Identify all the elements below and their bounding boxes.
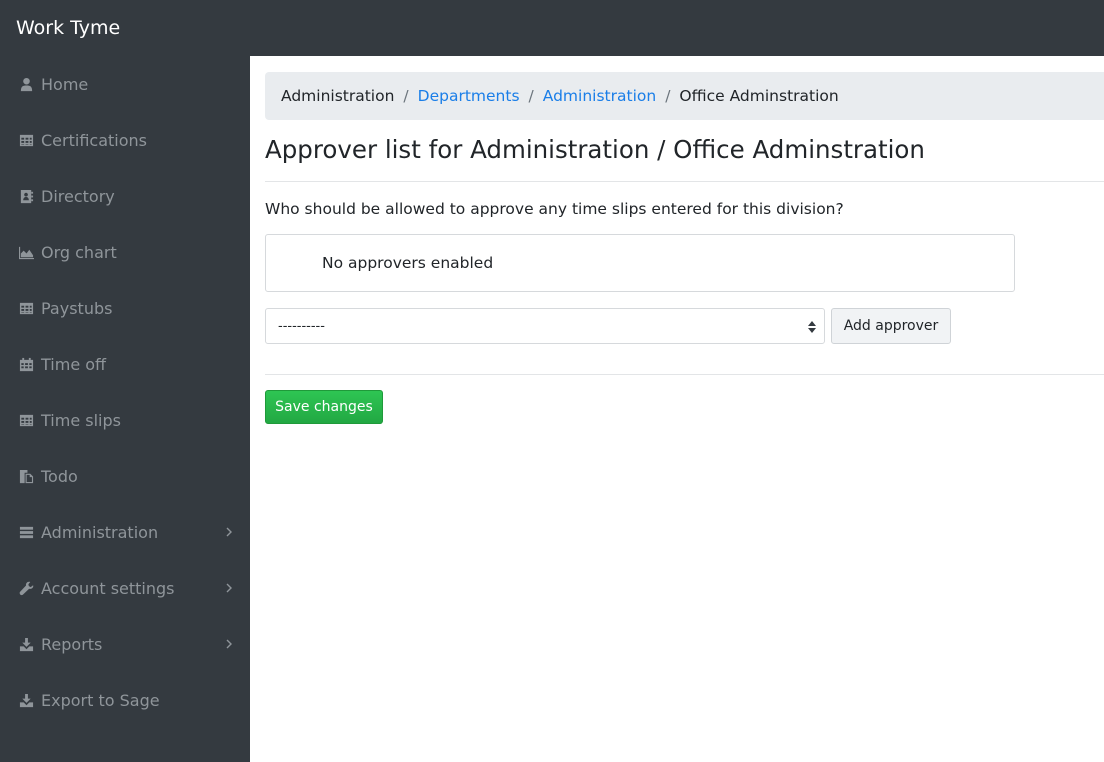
select-arrows-icon [808,321,816,333]
chevron-right-icon [224,524,234,538]
breadcrumb-separator: / [665,87,671,105]
download-icon [18,636,34,652]
sidebar-item-home[interactable]: Home [0,56,250,112]
divider [265,181,1104,182]
table-icon [18,132,34,148]
table-icon [18,412,34,428]
save-changes-button[interactable]: Save changes [265,390,383,424]
sidebar-item-label: Certifications [41,130,147,150]
sidebar-item-reports[interactable]: Reports [0,616,250,672]
sidebar-item-label: Reports [41,634,103,654]
sidebar-item-label: Account settings [41,578,175,598]
address-book-icon [18,188,34,204]
sidebar-item-directory[interactable]: Directory [0,168,250,224]
download-icon [18,692,34,708]
app-brand[interactable]: Work Tyme [16,16,120,40]
sidebar-item-label: Paystubs [41,298,113,318]
page-title: Approver list for Administration / Offic… [265,135,925,164]
approvers-list: No approvers enabled [265,234,1015,292]
copy-icon [18,468,34,484]
sidebar-item-administration[interactable]: Administration [0,504,250,560]
sidebar-item-label: Org chart [41,242,117,262]
breadcrumb-item-current: Office Adminstration [679,87,839,105]
breadcrumb-separator: / [528,87,534,105]
breadcrumb: Administration / Departments / Administr… [265,72,1104,120]
chevron-right-icon [224,636,234,650]
server-icon [18,524,34,540]
sidebar-item-label: Todo [41,466,78,486]
sidebar-item-org-chart[interactable]: Org chart [0,224,250,280]
sidebar-item-export-to-sage[interactable]: Export to Sage [0,672,250,728]
sidebar-item-account-settings[interactable]: Account settings [0,560,250,616]
breadcrumb-separator: / [403,87,409,105]
sidebar: Home Certifications Directory Org chart … [0,56,250,762]
breadcrumb-link-administration[interactable]: Administration [543,87,656,105]
breadcrumb-item-administration: Administration [281,87,395,105]
approver-select[interactable]: ---------- [265,308,825,344]
sidebar-item-paystubs[interactable]: Paystubs [0,280,250,336]
sidebar-item-label: Time off [41,354,107,374]
top-navbar: Work Tyme [0,0,1104,56]
table-icon [18,300,34,316]
sidebar-item-label: Time slips [41,410,121,430]
approvers-question: Who should be allowed to approve any tim… [265,200,844,218]
sidebar-item-label: Home [41,74,89,94]
sidebar-item-label: Administration [41,522,159,542]
breadcrumb-link-departments[interactable]: Departments [418,87,520,105]
add-approver-button[interactable]: Add approver [831,308,951,344]
area-chart-icon [18,244,34,260]
wrench-icon [18,580,34,596]
sidebar-item-time-off[interactable]: Time off [0,336,250,392]
sidebar-item-certifications[interactable]: Certifications [0,112,250,168]
sidebar-item-label: Directory [41,186,115,206]
approvers-empty-message: No approvers enabled [322,254,494,272]
sidebar-item-todo[interactable]: Todo [0,448,250,504]
sidebar-item-time-slips[interactable]: Time slips [0,392,250,448]
divider [265,374,1104,375]
user-icon [18,76,34,92]
calendar-icon [18,356,34,372]
sidebar-item-label: Export to Sage [41,690,160,710]
chevron-right-icon [224,580,234,594]
approver-select-value: ---------- [278,318,325,334]
